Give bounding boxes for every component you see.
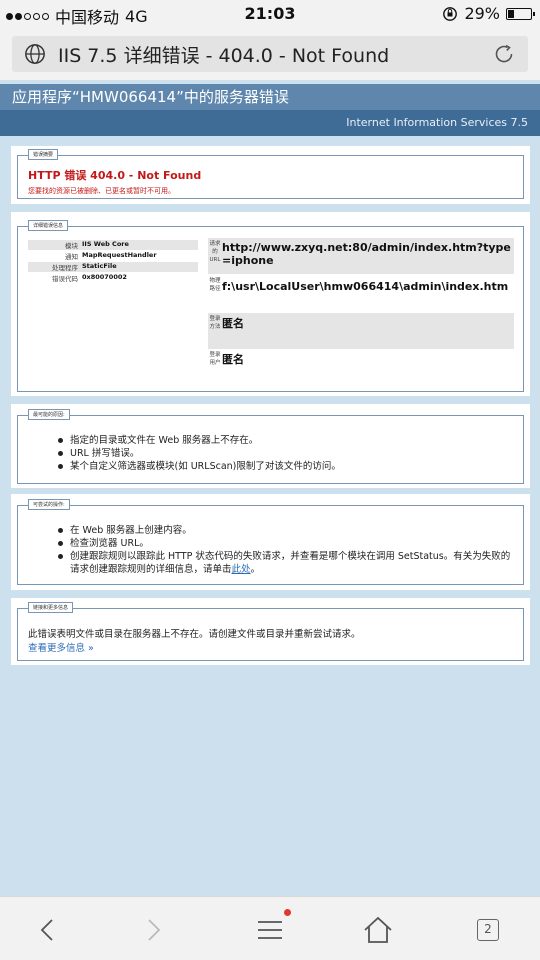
actions-list: 在 Web 服务器上创建内容。 检查浏览器 URL。 创建跟踪规则以跟踪此 HT… <box>58 524 518 576</box>
error-summary-box: 错误摘要 HTTP 错误 404.0 - Not Found 您要找的资源已被删… <box>17 149 524 199</box>
logon-user: 匿名 <box>222 353 244 366</box>
detail-label: 通知 <box>65 253 78 261</box>
detail-value: 0x80070002 <box>82 273 127 281</box>
info-label-logon-method: 登录方法 <box>209 316 221 330</box>
detail-value: MapRequestHandler <box>82 251 157 259</box>
causes-panel: 最可能的原因: 指定的目录或文件在 Web 服务器上不存在。 URL 拼写错误。… <box>11 404 530 488</box>
cause-item: 指定的目录或文件在 Web 服务器上不存在。 <box>58 434 518 447</box>
address-bar[interactable]: IIS 7.5 详细错误 - 404.0 - Not Found <box>12 36 528 72</box>
reload-icon[interactable] <box>492 42 516 66</box>
info-label-logon-user: 登录用户 <box>209 352 221 366</box>
detail-row-module: 模块 IIS Web Core <box>28 240 198 250</box>
causes-box: 最可能的原因: 指定的目录或文件在 Web 服务器上不存在。 URL 拼写错误。… <box>17 409 524 484</box>
detail-value: StaticFile <box>82 262 117 270</box>
app-title: 应用程序“HMW066414”中的服务器错误 <box>0 84 540 110</box>
details-box: 详细错误信息 模块 IIS Web Core 通知 MapRequestHand… <box>17 220 524 392</box>
orientation-lock-icon <box>443 6 458 21</box>
physical-path: f:\usr\LocalUser\hmw066414\admin\index.h… <box>222 280 509 293</box>
detail-label: 错误代码 <box>52 275 78 283</box>
error-title: HTTP 错误 404.0 - Not Found <box>28 169 202 182</box>
action-item: 检查浏览器 URL。 <box>58 537 518 550</box>
error-description: 您要找的资源已被删除、已更名或暂时不可用。 <box>28 187 175 195</box>
status-bar: 中国移动 4G 21:03 29% <box>0 0 540 28</box>
detail-row-error-code: 错误代码 0x80070002 <box>28 273 198 283</box>
causes-list: 指定的目录或文件在 Web 服务器上不存在。 URL 拼写错误。 某个自定义筛选… <box>58 434 518 473</box>
cause-item: 某个自定义筛选器或模块(如 URLScan)限制了对该文件的访问。 <box>58 460 518 473</box>
actions-panel: 可尝试的操作: 在 Web 服务器上创建内容。 检查浏览器 URL。 创建跟踪规… <box>11 494 530 590</box>
forward-icon[interactable] <box>136 913 170 947</box>
error-summary-panel: 错误摘要 HTTP 错误 404.0 - Not Found 您要找的资源已被删… <box>11 146 530 204</box>
notification-dot <box>284 909 291 916</box>
action-item: 创建跟踪规则以跟踪此 HTTP 状态代码的失败请求，并查看是哪个模块在调用 Se… <box>58 550 518 576</box>
battery-icon <box>506 7 535 20</box>
back-icon[interactable] <box>31 913 65 947</box>
more-info-text: 此错误表明文件或目录在服务器上不存在。请创建文件或目录并重新尝试请求。 <box>28 629 361 640</box>
more-info-legend: 链接和更多信息 <box>28 602 74 613</box>
requested-url: http://www.zxyq.net:80/admin/index.htm?t… <box>222 241 511 267</box>
more-info-panel: 链接和更多信息 此错误表明文件或目录在服务器上不存在。请创建文件或目录并重新尝试… <box>11 598 530 665</box>
globe-icon <box>25 44 45 64</box>
here-link[interactable]: 此处 <box>232 564 251 575</box>
details-legend: 详细错误信息 <box>28 220 69 231</box>
tab-count-button[interactable]: 2 <box>477 919 499 941</box>
view-more-link[interactable]: 查看更多信息 » <box>28 640 94 654</box>
action-item-suffix: 。 <box>250 564 261 575</box>
home-icon[interactable] <box>361 913 395 947</box>
detail-row-notification: 通知 MapRequestHandler <box>28 251 198 261</box>
detail-row-handler: 处理程序 StaticFile <box>28 262 198 272</box>
more-info-box: 链接和更多信息 此错误表明文件或目录在服务器上不存在。请创建文件或目录并重新尝试… <box>17 602 524 661</box>
menu-icon[interactable] <box>253 913 287 947</box>
causes-legend: 最可能的原因: <box>28 409 70 420</box>
bottom-toolbar: 2 <box>0 896 540 960</box>
detail-label: 模块 <box>65 242 78 250</box>
browser-toolbar: IIS 7.5 详细错误 - 404.0 - Not Found <box>0 28 540 80</box>
info-label-path: 物理路径 <box>209 278 221 292</box>
actions-legend: 可尝试的操作: <box>28 499 70 510</box>
error-summary-legend: 错误摘要 <box>28 149 59 160</box>
detail-label: 处理程序 <box>52 264 78 272</box>
action-item-text: 创建跟踪规则以跟踪此 HTTP 状态代码的失败请求，并查看是哪个模块在调用 Se… <box>70 551 511 575</box>
cause-item: URL 拼写错误。 <box>58 447 518 460</box>
battery-percentage: 29% <box>464 4 500 23</box>
info-row-shade <box>208 313 514 349</box>
actions-box: 可尝试的操作: 在 Web 服务器上创建内容。 检查浏览器 URL。 创建跟踪规… <box>17 499 524 585</box>
details-panel: 详细错误信息 模块 IIS Web Core 通知 MapRequestHand… <box>11 212 530 396</box>
logon-method: 匿名 <box>222 317 244 330</box>
info-label-url: 请求的URL <box>209 241 221 263</box>
server-banner: Internet Information Services 7.5 <box>0 110 540 136</box>
action-item: 在 Web 服务器上创建内容。 <box>58 524 518 537</box>
detail-value: IIS Web Core <box>82 240 129 248</box>
page-title: IIS 7.5 详细错误 - 404.0 - Not Found <box>58 44 390 67</box>
